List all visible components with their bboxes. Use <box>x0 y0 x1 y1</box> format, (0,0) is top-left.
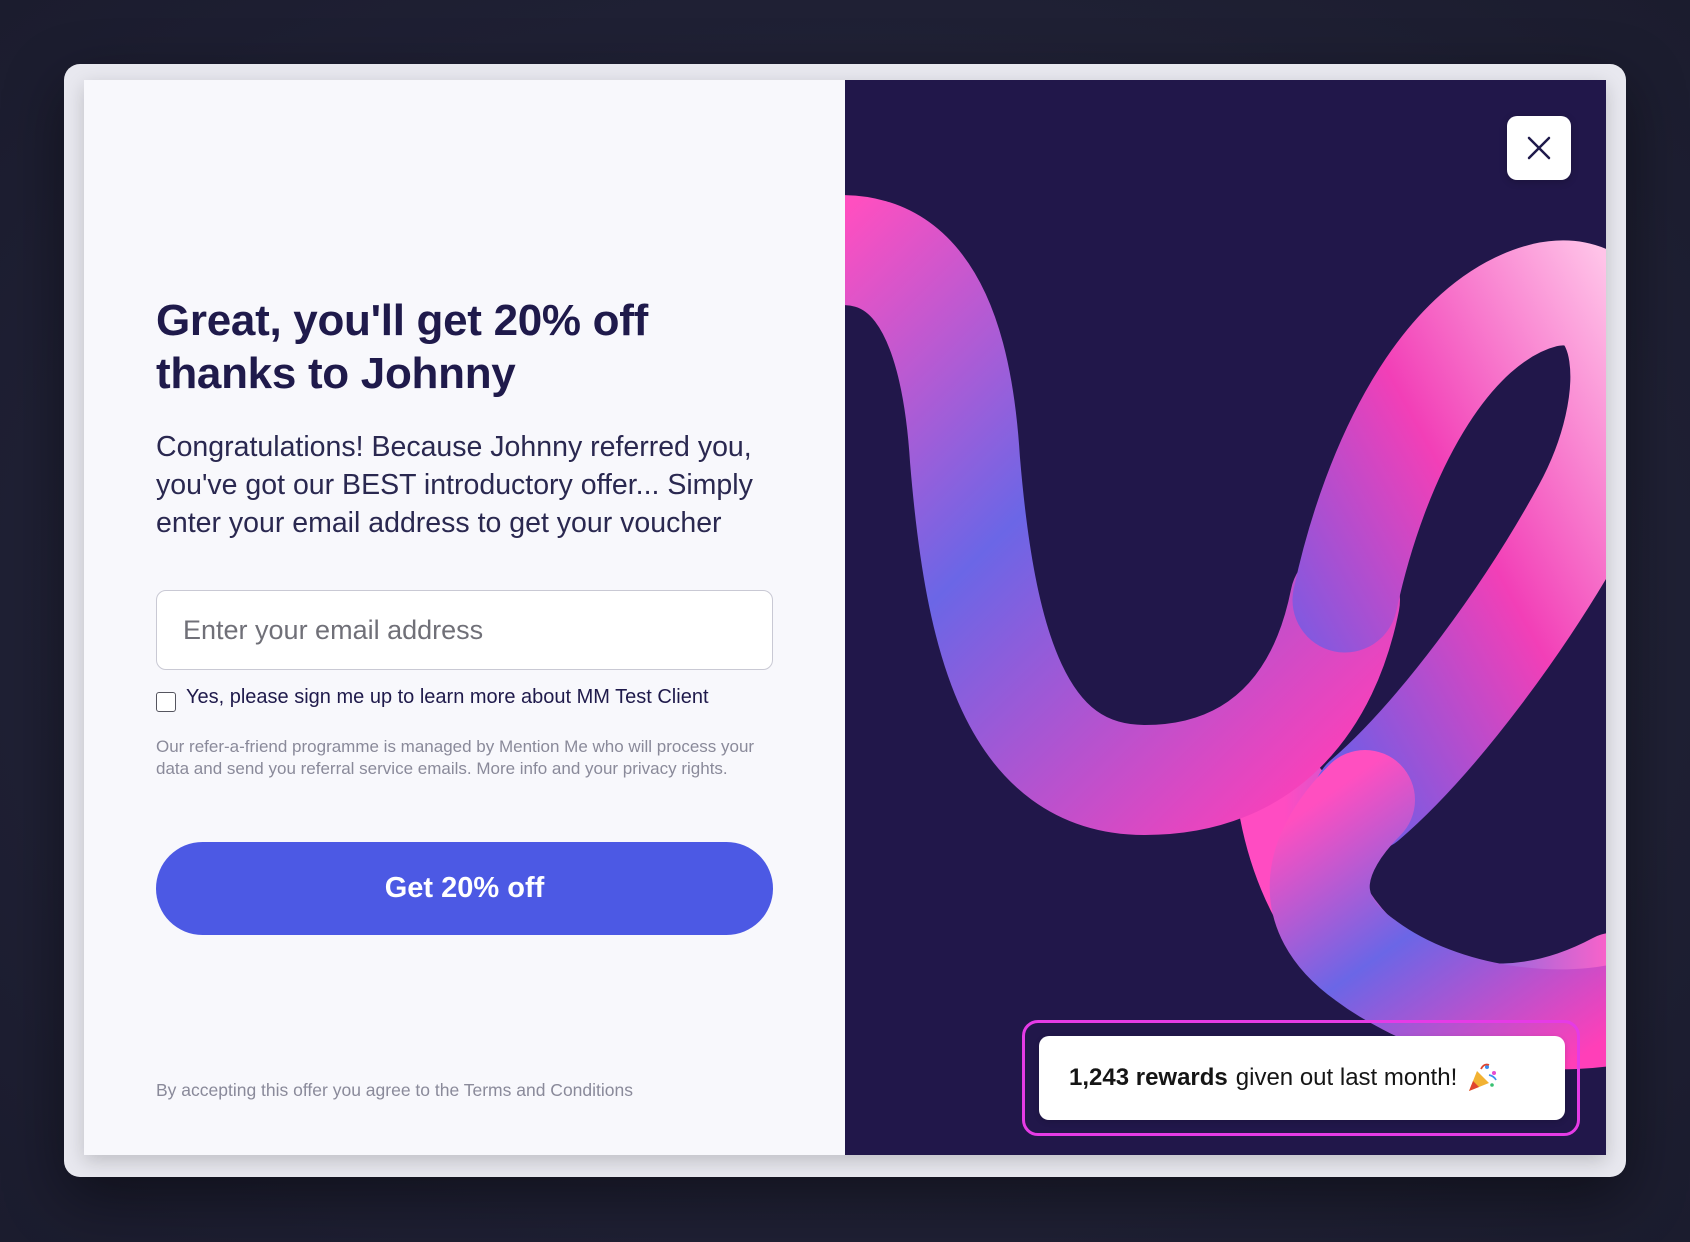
offer-panel: Great, you'll get 20% off thanks to John… <box>84 80 845 1155</box>
get-discount-button[interactable]: Get 20% off <box>156 842 773 935</box>
party-popper-icon <box>1469 1063 1498 1091</box>
privacy-notice: Our refer-a-friend programme is managed … <box>156 737 755 778</box>
referral-modal: Great, you'll get 20% off thanks to John… <box>84 80 1606 1155</box>
consent-label[interactable]: Yes, please sign me up to learn more abo… <box>186 684 709 710</box>
email-input[interactable] <box>156 590 773 670</box>
close-icon <box>1527 136 1551 160</box>
marketing-consent: Yes, please sign me up to learn more abo… <box>156 684 709 712</box>
visual-panel: 1,243 rewards given out last month! <box>845 80 1606 1155</box>
close-button[interactable] <box>1507 116 1571 180</box>
ribbon-illustration <box>845 195 1606 1070</box>
terms-text[interactable]: By accepting this offer you agree to the… <box>156 1080 633 1101</box>
consent-checkbox[interactable] <box>156 692 176 712</box>
rewards-text: given out last month! <box>1235 1064 1458 1091</box>
rewards-count: 1,243 rewards <box>1069 1064 1228 1091</box>
rewards-badge: 1,243 rewards given out last month! <box>1039 1036 1565 1120</box>
offer-headline: Great, you'll get 20% off thanks to John… <box>156 296 648 398</box>
offer-intro-text: Congratulations! Because Johnny referred… <box>156 431 753 539</box>
